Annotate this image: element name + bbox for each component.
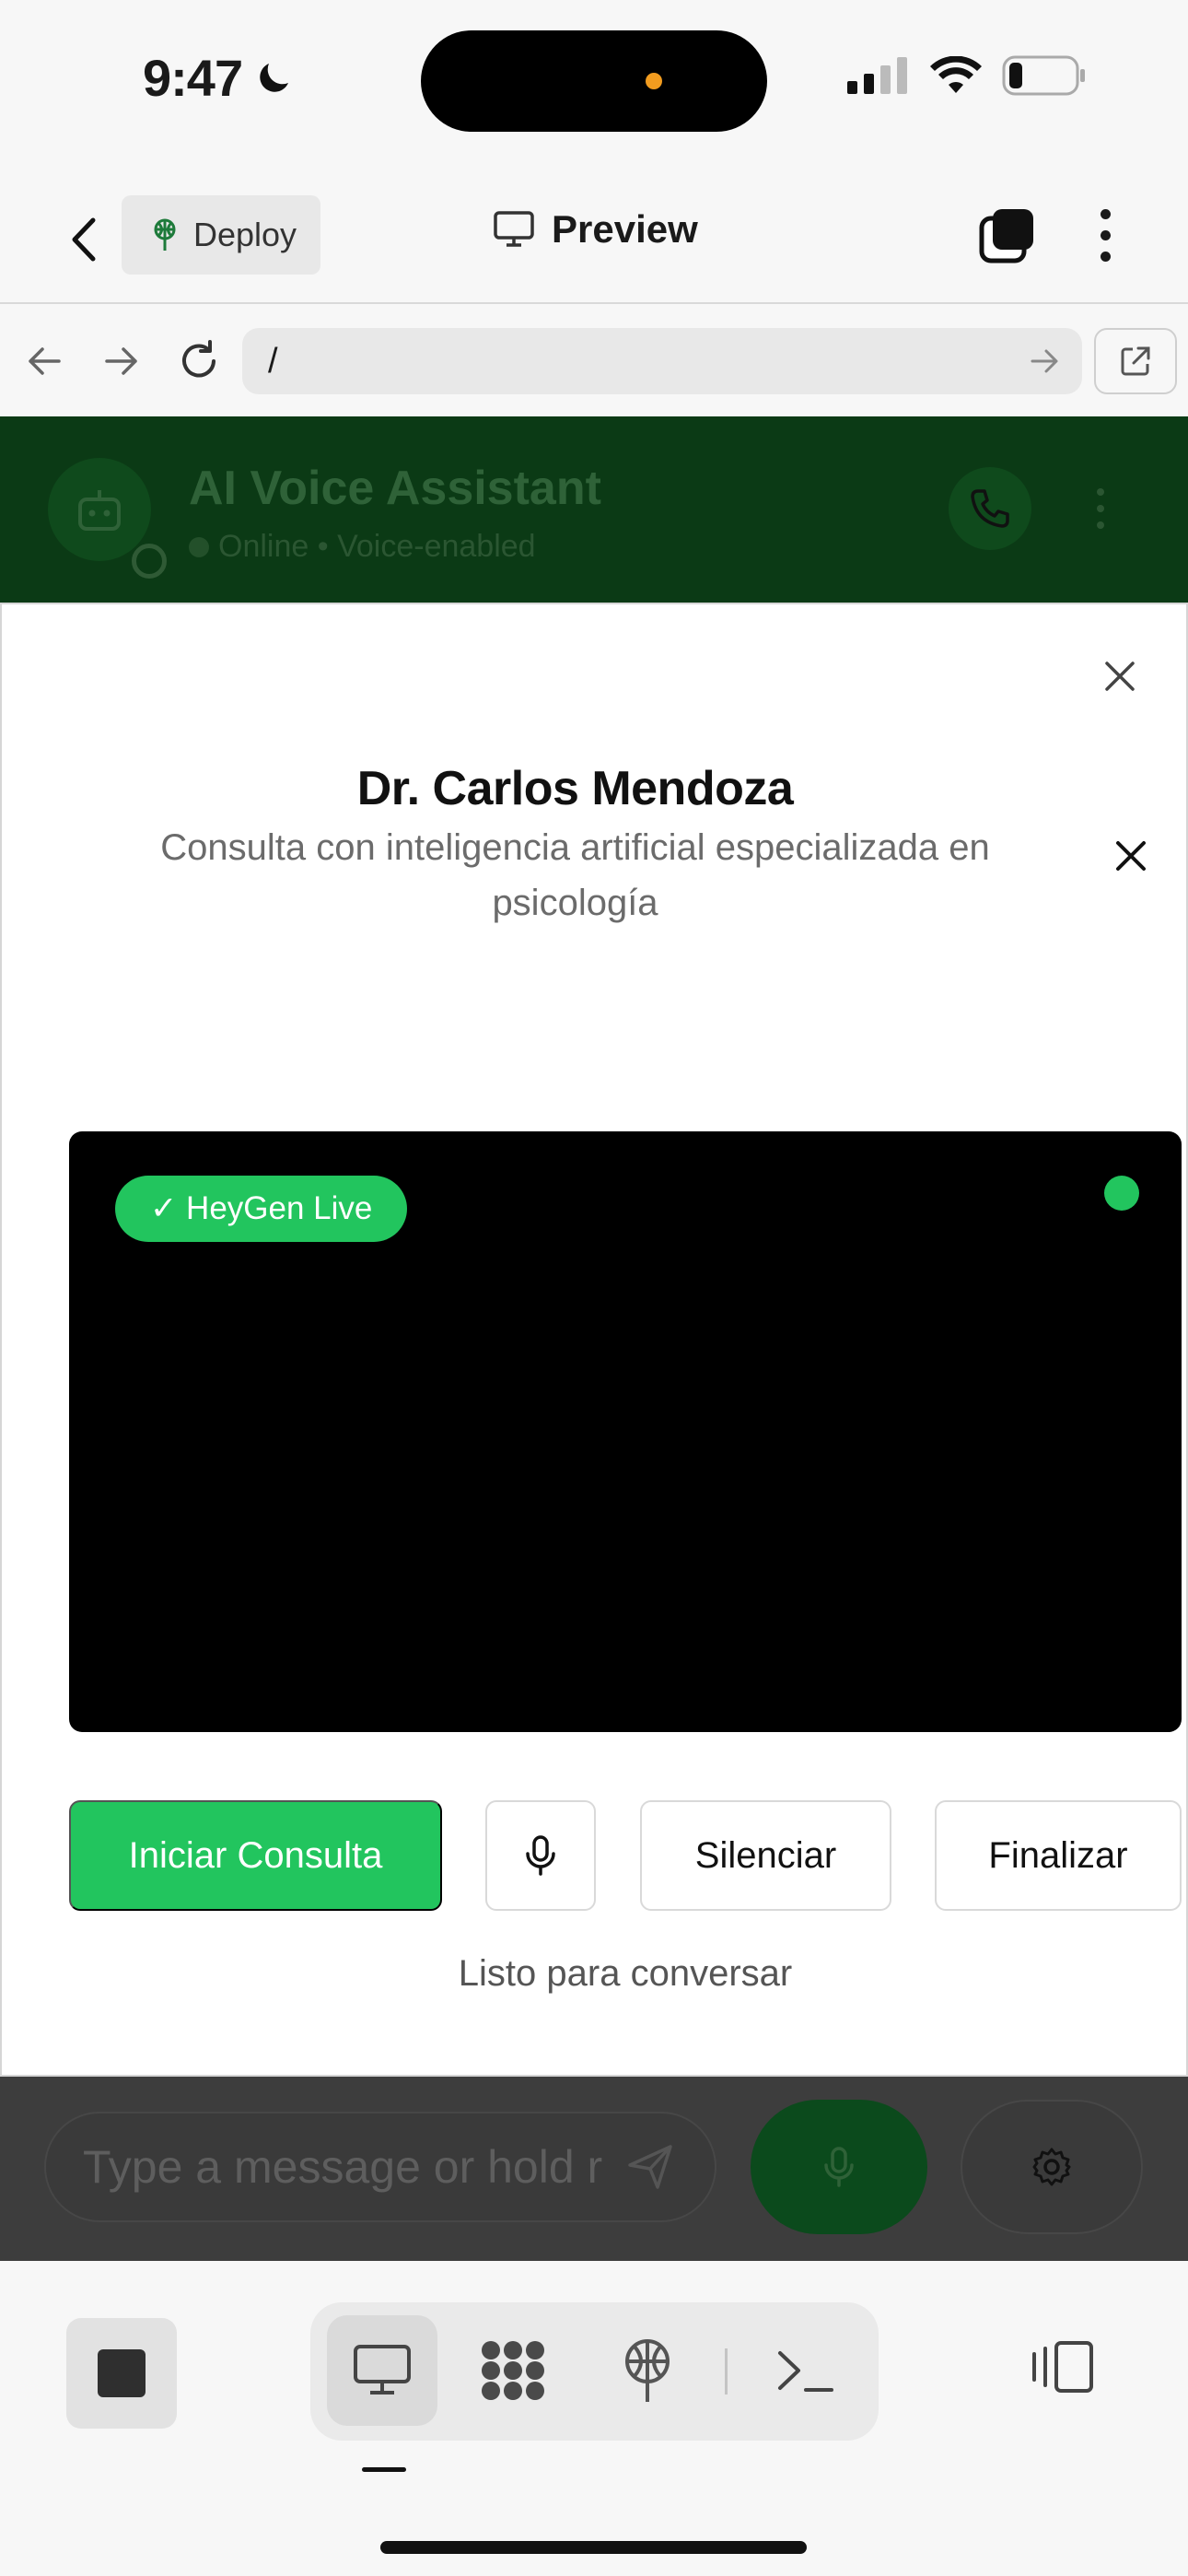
app-header: AI Voice Assistant Online • Voice-enable…	[0, 416, 1188, 603]
status-bar: 9:47	[0, 0, 1188, 161]
console-mode-button[interactable]	[751, 2315, 861, 2426]
tabs-icon[interactable]	[978, 205, 1037, 264]
start-consultation-button[interactable]: Iniciar Consulta	[69, 1800, 442, 1911]
preview-title: Preview	[493, 207, 698, 252]
call-button[interactable]	[949, 467, 1031, 550]
phone-icon	[971, 489, 1009, 528]
url-text: /	[268, 341, 278, 381]
message-placeholder: Type a message or hold r	[83, 2141, 603, 2193]
voice-record-button[interactable]	[751, 2100, 927, 2234]
deploy-button[interactable]: Deploy	[122, 195, 320, 275]
close-dialog-icon[interactable]	[1105, 830, 1157, 882]
more-vertical-icon[interactable]	[1087, 203, 1124, 267]
online-dot	[189, 536, 209, 557]
active-mode-indicator	[362, 2467, 406, 2472]
home-indicator	[380, 2541, 807, 2554]
clock: 9:47	[143, 48, 296, 108]
send-icon[interactable]	[623, 2139, 678, 2195]
app-title: AI Voice Assistant	[189, 462, 601, 515]
monitor-icon	[354, 2345, 411, 2395]
chat-input-bar: Type a message or hold r	[0, 2077, 1188, 2261]
consultation-modal: Dr. Carlos Mendoza Consulta con intelige…	[0, 603, 1188, 2077]
deploy-icon	[154, 218, 176, 251]
bottom-bar	[0, 2261, 1188, 2576]
consultation-controls: Iniciar Consulta Silenciar Finalizar	[2, 1800, 1188, 1911]
signal-icon	[847, 57, 907, 94]
split-layout-icon	[1032, 2341, 1093, 2393]
close-icon[interactable]	[1094, 650, 1146, 702]
app-status-text: Online • Voice-enabled	[218, 529, 536, 564]
dynamic-island	[421, 30, 767, 132]
mode-switcher	[310, 2302, 879, 2441]
battery-icon	[1002, 55, 1085, 96]
preview-label: Preview	[552, 207, 698, 251]
microphone-button[interactable]	[485, 1800, 596, 1911]
terminal-icon	[778, 2351, 833, 2392]
mode-divider	[725, 2348, 728, 2395]
external-link-icon	[1121, 346, 1150, 376]
app-more-icon[interactable]	[1087, 476, 1114, 541]
url-input[interactable]: /	[242, 328, 1082, 394]
workflows-mode-button[interactable]	[458, 2315, 568, 2426]
status-icons	[847, 55, 1087, 96]
live-badge: ✓ HeyGen Live	[115, 1176, 408, 1242]
toolbar: Deploy Preview	[0, 180, 1188, 304]
grid-flower-icon	[482, 2341, 544, 2400]
open-external-button[interactable]	[1094, 328, 1177, 394]
microphone-icon	[824, 2147, 854, 2187]
arrow-left-icon[interactable]	[17, 334, 72, 389]
stop-icon	[98, 2349, 146, 2397]
layout-toggle-button[interactable]	[1022, 2325, 1105, 2408]
modal-subtitle: Consulta con inteligencia artificial esp…	[160, 827, 990, 923]
deploy-mode-button[interactable]	[592, 2315, 703, 2426]
deploy-label: Deploy	[193, 216, 297, 253]
bot-avatar	[48, 458, 151, 561]
mute-button[interactable]: Silenciar	[640, 1800, 891, 1911]
end-consultation-button[interactable]: Finalizar	[935, 1800, 1182, 1911]
doctor-name: Dr. Carlos Mendoza	[356, 762, 794, 815]
clock-time: 9:47	[143, 49, 243, 107]
gear-icon	[1032, 2148, 1071, 2186]
settings-button[interactable]	[961, 2100, 1143, 2234]
wifi-icon	[930, 56, 982, 93]
back-button[interactable]	[57, 207, 112, 272]
chevron-left-icon	[72, 217, 96, 262]
message-input[interactable]: Type a message or hold r	[44, 2112, 716, 2222]
url-bar: /	[0, 306, 1188, 416]
monitor-icon	[494, 211, 534, 247]
microphone-icon	[526, 1835, 555, 1876]
refresh-icon[interactable]	[171, 334, 227, 389]
connection-status: Listo para conversar	[458, 1953, 793, 1994]
app-status: Online • Voice-enabled	[189, 529, 536, 565]
live-indicator-dot	[1104, 1176, 1139, 1211]
stop-button[interactable]	[66, 2318, 177, 2429]
privacy-indicator	[646, 73, 662, 89]
arrow-right-icon[interactable]	[94, 334, 149, 389]
presence-indicator	[132, 544, 167, 579]
preview-mode-button[interactable]	[327, 2315, 437, 2426]
deploy-icon	[625, 2339, 670, 2402]
moon-icon	[260, 63, 289, 92]
arrow-go-icon[interactable]	[1029, 343, 1062, 380]
bot-icon	[78, 490, 121, 531]
avatar-video: ✓ HeyGen Live	[69, 1131, 1182, 1732]
